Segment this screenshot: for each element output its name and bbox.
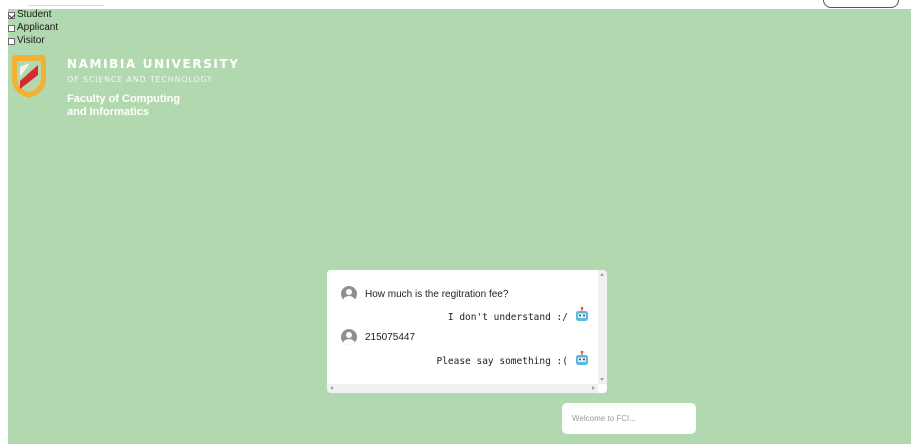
main-panel: Student Applicant Visitor NAMIBIA UNIVER… [8, 9, 911, 444]
scroll-right-arrow-icon[interactable] [592, 386, 595, 390]
applicant-checkbox[interactable] [8, 24, 15, 32]
robot-icon [575, 306, 589, 328]
role-label: Applicant [17, 22, 59, 33]
scroll-left-arrow-icon[interactable] [330, 386, 333, 390]
message-text: How much is the regitration fee? [365, 288, 509, 300]
role-label: Student [17, 9, 52, 20]
user-avatar-icon [341, 286, 357, 302]
user-avatar-icon [341, 329, 357, 345]
chat-message-input[interactable] [562, 403, 696, 434]
robot-icon [575, 350, 589, 372]
nust-shield-logo [8, 53, 50, 99]
chat-message-bot: Please say something :( [436, 350, 589, 372]
chat-message-bot: I don't understand :/ [447, 306, 589, 328]
role-label: Visitor [17, 35, 45, 46]
chat-window[interactable]: How much is the regitration fee? I don't… [327, 270, 607, 393]
chat-message-user: How much is the regitration fee? [341, 286, 508, 302]
scroll-up-arrow-icon[interactable] [600, 273, 604, 276]
student-checkbox[interactable] [8, 11, 15, 19]
faculty-line-2: and Informatics [67, 106, 149, 118]
chat-horizontal-scrollbar[interactable] [327, 384, 598, 393]
chat-vertical-scrollbar[interactable] [598, 270, 607, 384]
chat-message-user: 215075447 [341, 329, 415, 345]
message-text: Please say something :( [436, 356, 568, 367]
visitor-checkbox[interactable] [8, 37, 15, 45]
brand-subtitle: OF SCIENCE AND TECHNOLOGY [67, 75, 213, 84]
scroll-down-arrow-icon[interactable] [600, 378, 604, 381]
brand-name: NAMIBIA UNIVERSITY [67, 57, 240, 71]
role-option-student[interactable]: Student [8, 10, 51, 20]
faculty-line-1: Faculty of Computing [67, 93, 181, 105]
top-field[interactable] [28, 0, 104, 6]
top-pill-button[interactable] [823, 0, 899, 8]
role-option-visitor[interactable]: Visitor [8, 36, 45, 46]
role-option-applicant[interactable]: Applicant [8, 23, 58, 33]
message-text: 215075447 [365, 331, 416, 343]
message-text: I don't understand :/ [447, 312, 568, 323]
